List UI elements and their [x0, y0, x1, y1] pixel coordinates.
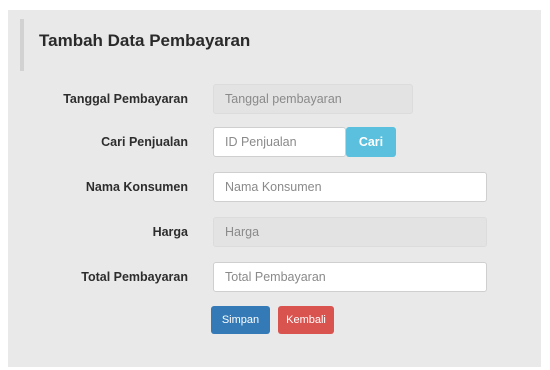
total-label: Total Pembayaran [81, 270, 188, 284]
row-actions: Simpan Kembali [8, 306, 541, 336]
simpan-button[interactable]: Simpan [211, 306, 270, 334]
kembali-button[interactable]: Kembali [278, 306, 334, 334]
row-penjualan: Cari Penjualan Cari [8, 127, 541, 157]
penjualan-label: Cari Penjualan [101, 135, 188, 149]
harga-input[interactable] [213, 217, 487, 247]
panel-title: Tambah Data Pembayaran [39, 31, 251, 50]
panel-accent-bar [20, 19, 24, 71]
row-total: Total Pembayaran [8, 262, 541, 292]
cari-button[interactable]: Cari [346, 127, 396, 157]
penjualan-id-input[interactable] [213, 127, 346, 157]
row-tanggal: Tanggal Pembayaran [8, 84, 541, 114]
row-harga: Harga [8, 217, 541, 247]
form-panel: Tambah Data Pembayaran Tanggal Pembayara… [8, 10, 541, 367]
tanggal-label: Tanggal Pembayaran [63, 92, 188, 106]
total-input[interactable] [213, 262, 487, 292]
tanggal-input[interactable] [213, 84, 413, 114]
row-konsumen: Nama Konsumen [8, 172, 541, 202]
harga-label: Harga [152, 225, 188, 239]
konsumen-input[interactable] [213, 172, 487, 202]
konsumen-label: Nama Konsumen [85, 180, 188, 194]
